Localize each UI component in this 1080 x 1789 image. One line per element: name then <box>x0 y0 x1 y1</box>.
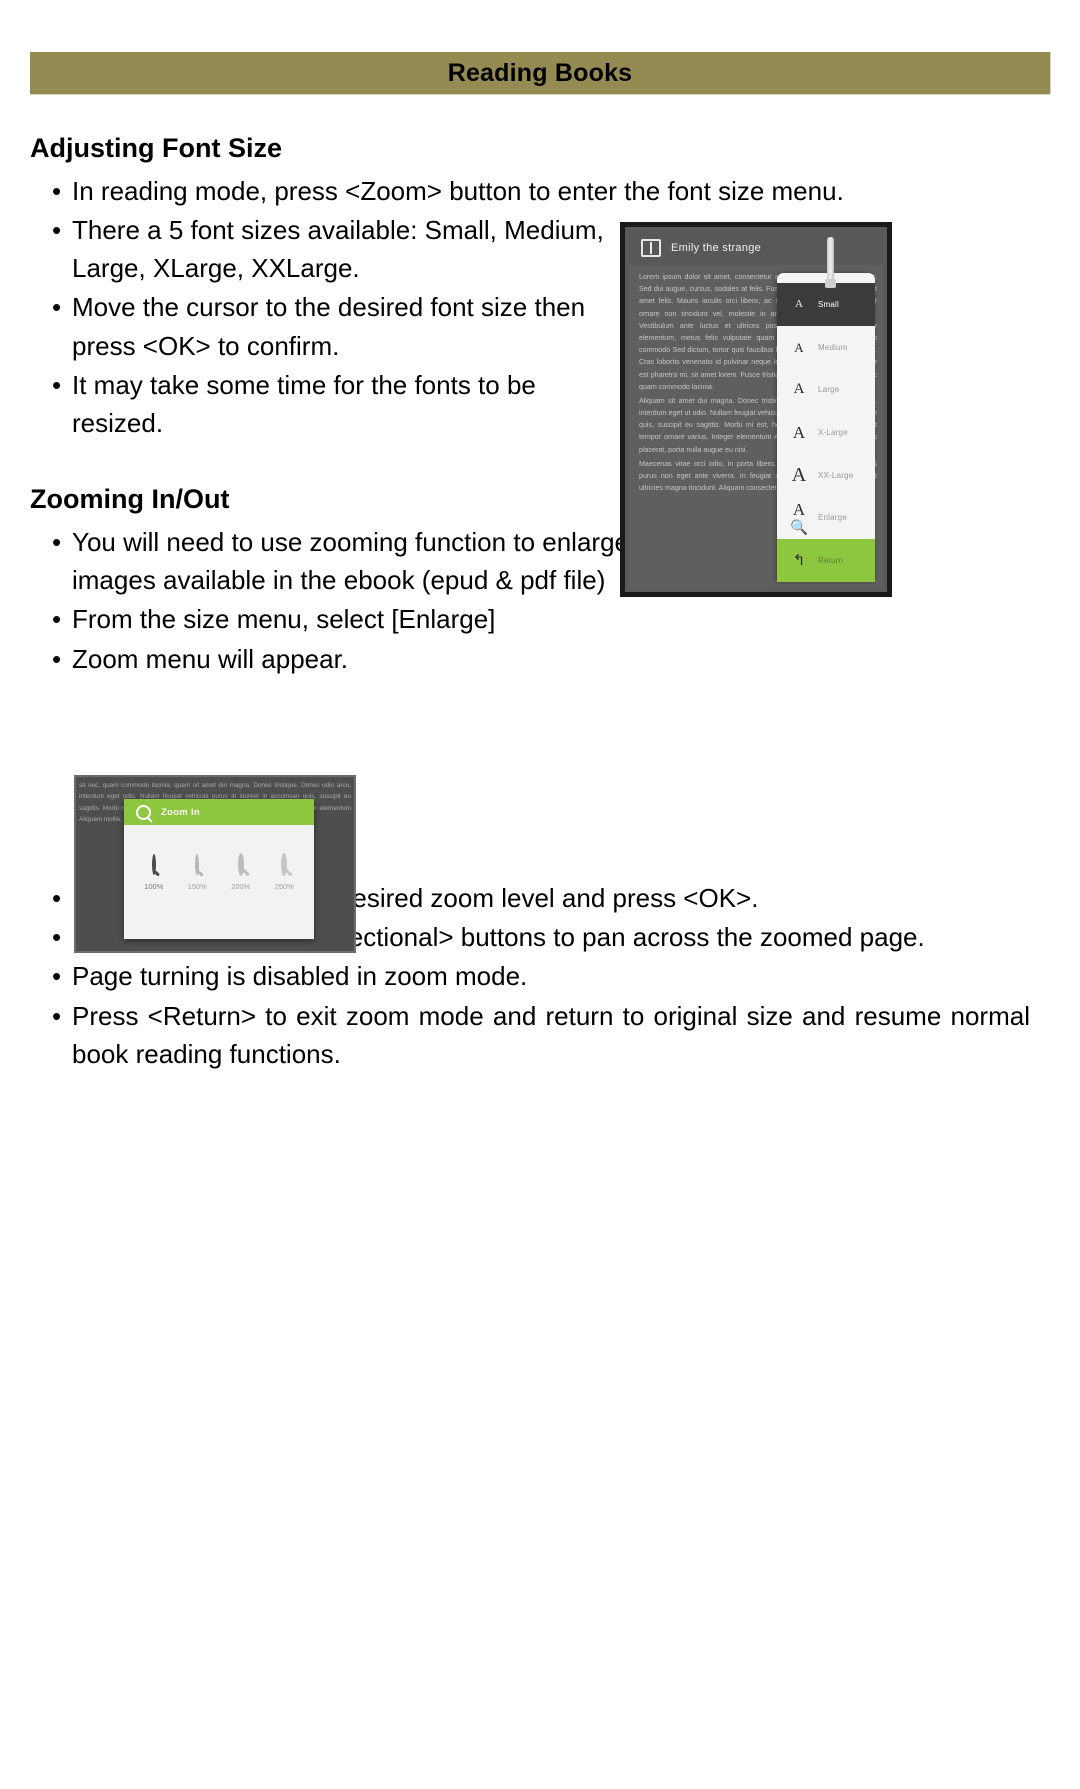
list-item: Press <Return> to exit zoom mode and ret… <box>30 997 1030 1073</box>
font-size-option-label: Large <box>818 385 840 395</box>
list-item: Page turning is disabled in zoom mode. <box>30 957 1030 995</box>
list-item-text: From the size menu, select [Enlarge] <box>72 604 496 635</box>
device-book-title: Emily the strange <box>671 242 762 254</box>
zoom-level-label: 150% <box>187 882 207 891</box>
list-item-text: Move the cursor to the desired font size <box>72 292 528 323</box>
return-arrow-icon: ↰ <box>792 552 806 570</box>
device-title-bar: Emily the strange <box>629 231 883 265</box>
list-item-text: ebook (epud & pdf file) <box>343 565 606 596</box>
list-item-text: Zoom menu will appear. <box>72 643 349 674</box>
font-size-menu-panel[interactable]: A Small A Medium A Large A X-Large A XX-… <box>777 273 875 582</box>
zoom-menu-title: Zoom In <box>161 806 201 818</box>
list-item: Zoom menu will appear. <box>30 640 630 678</box>
list-item: There a 5 font sizes available: Small, M… <box>30 211 630 287</box>
magnifier-icon <box>195 854 205 877</box>
zoom-level-option-150[interactable]: 150% <box>187 854 207 891</box>
enlarge-magnifier-icon: A🔍 <box>790 499 808 536</box>
bullet-list-zooming: You will need to use zooming function to… <box>30 523 630 678</box>
font-size-a-icon: A <box>793 381 805 398</box>
magnifier-icon <box>151 854 160 876</box>
zoom-level-option-250[interactable]: 250% <box>274 853 294 891</box>
list-item: You will need to use zooming function to… <box>30 523 630 599</box>
page-header-banner: Reading Books <box>30 52 1050 94</box>
zoom-level-label: 250% <box>274 882 294 891</box>
font-size-option-label: Small <box>818 299 840 309</box>
menu-connector-stalk <box>825 237 836 288</box>
font-size-a-icon: A <box>794 339 804 355</box>
magnifier-icon <box>136 804 151 820</box>
bullet-list-font-size: In reading mode, press <Zoom> button to … <box>30 172 844 443</box>
zoom-level-label: 100% <box>144 882 164 891</box>
font-size-option-enlarge[interactable]: A🔍 Enlarge <box>777 497 875 540</box>
font-size-option-label: XX-Large <box>818 470 854 480</box>
section-heading-zooming-in-out: Zooming In/Out <box>30 484 230 515</box>
open-book-icon <box>641 239 661 257</box>
zoom-menu-panel[interactable]: Zoom In 100% 150% 200% 250% <box>124 799 314 939</box>
font-size-option-medium[interactable]: A Medium <box>777 326 875 369</box>
font-size-option-label: Enlarge <box>818 513 847 523</box>
list-item-text: In reading mode, press <Zoom> button to … <box>72 175 844 206</box>
device-screen: Emily the strange Lorem ipsum dolor sit … <box>629 231 883 588</box>
zoom-menu-screenshot: sit nec, quam commodo lacinia. quam sit … <box>74 775 356 953</box>
font-size-a-icon: A <box>791 464 807 487</box>
list-item-text: There a 5 font sizes available: <box>72 214 418 245</box>
list-item: It may take some time for the fonts to b… <box>30 366 630 442</box>
return-label: Return <box>818 556 844 566</box>
section-heading-adjusting-font-size: Adjusting Font Size <box>30 133 282 163</box>
list-item-text: It may take some time for the fonts to <box>72 369 500 400</box>
list-item-text: Page turning is disabled in zoom mode. <box>72 961 528 992</box>
font-size-menu-screenshot: Emily the strange Lorem ipsum dolor sit … <box>620 222 892 597</box>
font-size-a-icon: A <box>795 297 803 310</box>
zoom-level-option-200[interactable]: 200% <box>231 853 251 891</box>
font-size-option-label: Medium <box>818 342 848 352</box>
font-size-option-small[interactable]: A Small <box>777 283 875 326</box>
list-item: From the size menu, select [Enlarge] <box>30 600 630 638</box>
font-size-option-large[interactable]: A Large <box>777 368 875 411</box>
list-item-text: You will need to use zooming function <box>72 527 507 558</box>
list-item-text: Press <Return> to exit zoom mode and ret… <box>72 1000 1030 1069</box>
zoom-level-options: 100% 150% 200% 250% <box>124 825 314 891</box>
font-size-option-label: X-Large <box>818 428 848 438</box>
list-item: In reading mode, press <Zoom> button to … <box>30 172 1052 210</box>
zoom-level-option-100[interactable]: 100% <box>144 854 164 891</box>
list-item: Move the cursor to the desired font size… <box>30 288 630 364</box>
font-size-option-xx-large[interactable]: A XX-Large <box>777 454 875 497</box>
zoom-menu-header: Zoom In <box>124 799 314 825</box>
menu-return-button[interactable]: ↰ Return <box>777 539 875 582</box>
font-size-a-icon: A <box>792 423 806 443</box>
page-title: Reading Books <box>447 58 633 87</box>
magnifier-icon <box>237 853 250 877</box>
zoom-level-label: 200% <box>231 882 251 891</box>
magnifier-icon <box>281 853 293 877</box>
font-size-option-x-large[interactable]: A X-Large <box>777 411 875 454</box>
